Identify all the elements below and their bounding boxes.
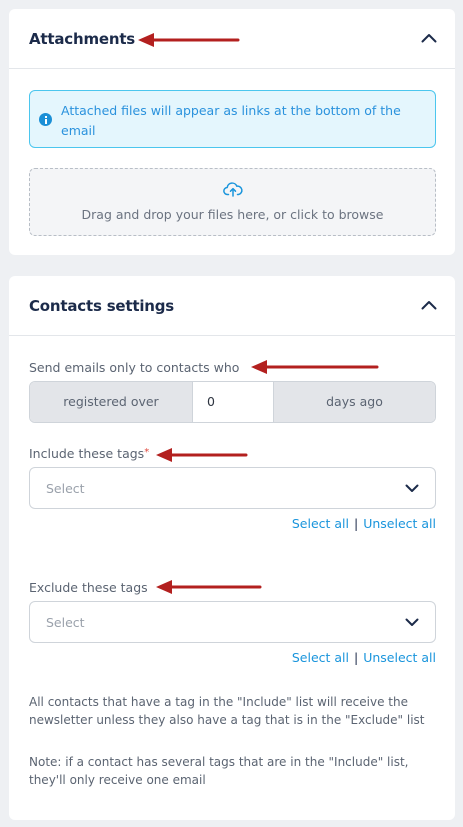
- exclude-select-all-link[interactable]: Select all: [292, 650, 349, 665]
- exclude-tags-select[interactable]: Select: [29, 601, 436, 643]
- include-tags-label: Include these tags*: [29, 446, 149, 461]
- links-separator: |: [354, 516, 359, 531]
- annotation-arrow-attachments: [138, 33, 240, 47]
- contacts-settings-title: Contacts settings: [29, 297, 175, 315]
- days-input[interactable]: 0: [193, 382, 273, 422]
- chevron-down-icon: [405, 618, 419, 626]
- duplicate-email-note: Note: if a contact has several tags that…: [29, 755, 409, 787]
- exclude-tags-label: Exclude these tags: [29, 580, 148, 595]
- days-suffix: days ago: [273, 382, 435, 422]
- file-dropzone[interactable]: Drag and drop your files here, or click …: [29, 168, 436, 236]
- chevron-up-icon[interactable]: [421, 33, 437, 43]
- info-icon: [39, 113, 52, 126]
- exclude-tags-actions: Select all | Unselect all: [292, 650, 436, 665]
- include-tags-placeholder: Select: [46, 481, 85, 496]
- exclude-tags-placeholder: Select: [46, 615, 85, 630]
- chevron-down-icon: [405, 484, 419, 492]
- exclude-unselect-all-link[interactable]: Unselect all: [363, 650, 436, 665]
- contacts-settings-card: Contacts settings Send emails only to co…: [9, 276, 455, 820]
- include-exclude-note: All contacts that have a tag in the "Inc…: [29, 695, 425, 727]
- attachments-info-box: Attached files will appear as links at t…: [29, 90, 436, 148]
- attachments-title: Attachments: [29, 30, 136, 48]
- include-tags-select[interactable]: Select: [29, 467, 436, 509]
- dropzone-text: Drag and drop your files here, or click …: [81, 207, 384, 222]
- include-unselect-all-link[interactable]: Unselect all: [363, 516, 436, 531]
- condition-select[interactable]: registered over: [30, 382, 193, 422]
- required-mark: *: [144, 447, 150, 458]
- attachments-info-text: Attached files will appear as links at t…: [61, 103, 401, 138]
- include-select-all-link[interactable]: Select all: [292, 516, 349, 531]
- send-condition-label: Send emails only to contacts who: [29, 360, 240, 375]
- annotation-arrow-exclude-tags: [156, 580, 262, 594]
- registration-condition-group: registered over 0 days ago: [29, 381, 436, 423]
- links-separator: |: [354, 650, 359, 665]
- annotation-arrow-send-condition: [251, 360, 379, 374]
- annotation-arrow-include-tags: [156, 448, 248, 462]
- cloud-upload-icon: [223, 182, 243, 197]
- contacts-settings-header[interactable]: Contacts settings: [9, 276, 455, 336]
- include-tags-actions: Select all | Unselect all: [292, 516, 436, 531]
- chevron-up-icon[interactable]: [421, 300, 437, 310]
- include-tags-label-text: Include these tags: [29, 446, 145, 461]
